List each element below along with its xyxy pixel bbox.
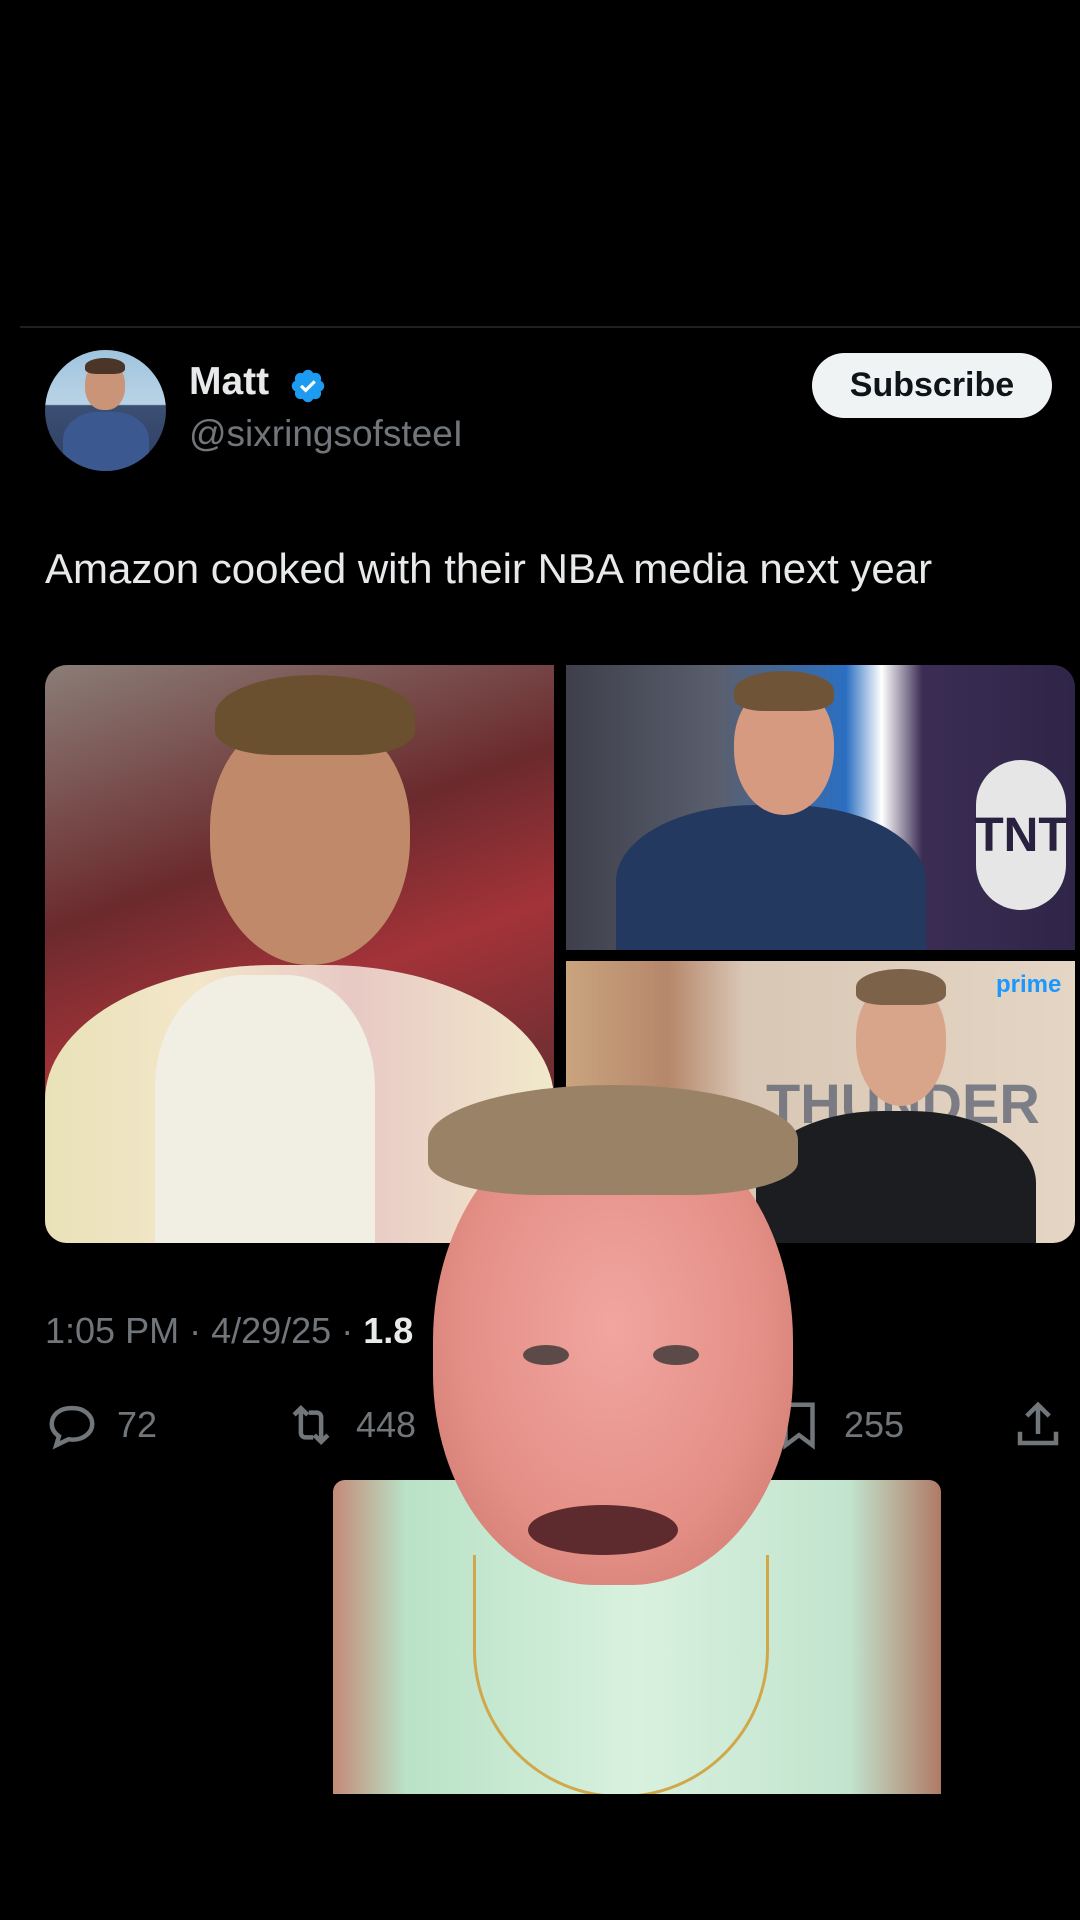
reply-icon: [49, 1405, 95, 1450]
top-divider: [20, 326, 1080, 328]
tweet-date: 4/29/25: [211, 1310, 332, 1351]
verified-badge-icon: [291, 369, 325, 403]
creator-facecam-overlay: [333, 1085, 941, 1794]
tnt-logo: TNT: [974, 760, 1068, 910]
share-icon: [1017, 1401, 1059, 1446]
reply-count: 72: [117, 1404, 158, 1445]
repost-icon: [292, 1404, 330, 1446]
share-button[interactable]: [1011, 1395, 1065, 1455]
author-handle[interactable]: @sixringsofsteeI: [189, 413, 463, 455]
media-image-2[interactable]: TNT: [566, 665, 1075, 950]
reply-button[interactable]: 72: [45, 1395, 157, 1455]
subscribe-button[interactable]: Subscribe: [812, 353, 1052, 418]
author-avatar[interactable]: [45, 350, 166, 471]
tweet-time: 1:05 PM: [45, 1310, 180, 1351]
tweet-text: Amazon cooked with their NBA media next …: [45, 545, 933, 592]
author-name[interactable]: Matt: [189, 360, 269, 404]
prime-logo: prime: [996, 971, 1062, 998]
